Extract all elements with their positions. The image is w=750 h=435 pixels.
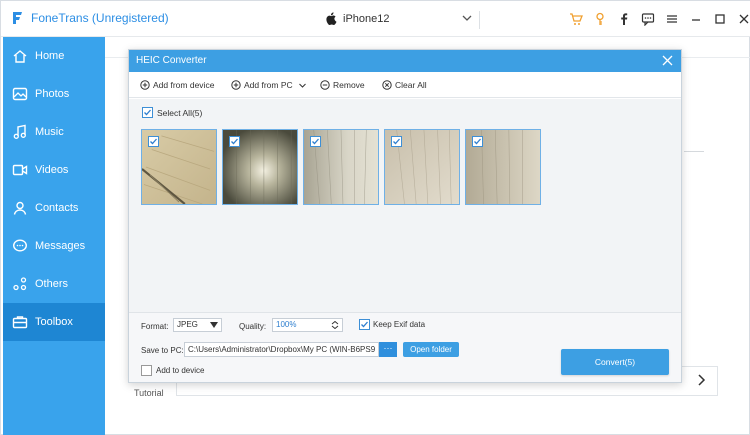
tutorial-label: Tutorial bbox=[134, 388, 164, 398]
checkbox-checked-icon bbox=[142, 107, 153, 118]
image-list-area: Select All(5) bbox=[129, 99, 681, 312]
minimize-icon[interactable] bbox=[689, 12, 703, 26]
apple-icon bbox=[326, 12, 337, 25]
format-value: JPEG bbox=[177, 320, 198, 329]
format-select[interactable]: JPEG bbox=[173, 318, 222, 332]
checkbox-unchecked-icon bbox=[141, 365, 152, 376]
add-from-pc-label: Add from PC bbox=[244, 80, 293, 90]
chevron-down-icon bbox=[462, 15, 472, 21]
sidebar-item-videos[interactable]: Videos bbox=[3, 151, 105, 189]
sidebar-item-others[interactable]: Others bbox=[3, 265, 105, 303]
home-icon bbox=[13, 50, 27, 63]
clear-all-button[interactable]: Clear All bbox=[382, 80, 427, 90]
clear-all-label: Clear All bbox=[395, 80, 427, 90]
sidebar-item-label: Contacts bbox=[35, 202, 79, 214]
image-thumbnail[interactable] bbox=[222, 129, 298, 205]
quality-value: 100% bbox=[276, 320, 297, 329]
app-window: FoneTrans (Unregistered) iPhone12 Home P… bbox=[0, 0, 750, 435]
add-from-device-label: Add from device bbox=[153, 80, 215, 90]
image-thumbnail[interactable] bbox=[141, 129, 217, 205]
chevron-down-icon bbox=[298, 83, 306, 88]
quality-select[interactable]: 100% bbox=[272, 318, 343, 332]
messages-icon bbox=[12, 239, 28, 252]
sidebar: Home Photos Music Videos Contacts Messag… bbox=[3, 37, 105, 435]
add-from-pc-button[interactable]: Add from PC bbox=[231, 80, 307, 90]
sidebar-item-label: Others bbox=[35, 278, 69, 290]
caret-down-icon bbox=[210, 322, 218, 328]
key-icon[interactable] bbox=[593, 12, 607, 26]
minus-circle-icon bbox=[320, 80, 330, 90]
sidebar-item-messages[interactable]: Messages bbox=[3, 227, 105, 265]
sidebar-item-music[interactable]: Music bbox=[3, 113, 105, 151]
title-bar: FoneTrans (Unregistered) iPhone12 bbox=[1, 1, 750, 37]
remove-button[interactable]: Remove bbox=[320, 80, 365, 90]
contacts-icon bbox=[13, 201, 27, 215]
image-thumbnail[interactable] bbox=[303, 129, 379, 205]
sidebar-item-label: Music bbox=[35, 126, 64, 138]
remove-label: Remove bbox=[333, 80, 365, 90]
sidebar-item-label: Home bbox=[35, 50, 65, 62]
sidebar-item-label: Videos bbox=[35, 164, 69, 176]
convert-button[interactable]: Convert(5) bbox=[561, 349, 669, 375]
dialog-footer: Format: JPEG Quality: 100% Keep Exif dat… bbox=[129, 312, 681, 382]
format-label: Format: bbox=[141, 322, 169, 331]
clear-circle-icon bbox=[382, 80, 392, 90]
videos-icon bbox=[12, 164, 28, 176]
toolbox-icon bbox=[12, 316, 28, 329]
checkbox-checked-icon[interactable] bbox=[391, 136, 402, 147]
open-folder-button[interactable]: Open folder bbox=[403, 342, 459, 357]
photos-icon bbox=[12, 87, 28, 101]
sidebar-item-label: Messages bbox=[35, 240, 86, 252]
music-icon bbox=[13, 124, 26, 139]
app-title: FoneTrans (Unregistered) bbox=[31, 11, 169, 25]
title-actions bbox=[569, 12, 750, 26]
browse-button[interactable]: ··· bbox=[379, 342, 397, 357]
checkbox-checked-icon bbox=[359, 319, 370, 330]
device-selector[interactable]: iPhone12 bbox=[325, 12, 472, 25]
sidebar-item-label: Toolbox bbox=[35, 316, 73, 328]
chevron-right-icon[interactable] bbox=[693, 372, 709, 388]
heic-converter-dialog: HEIC Converter Add from device Add from … bbox=[128, 49, 682, 383]
app-brand: FoneTrans (Unregistered) bbox=[11, 11, 169, 25]
save-to-label: Save to PC: bbox=[141, 346, 184, 355]
keep-exif-checkbox[interactable]: Keep Exif data bbox=[359, 319, 425, 330]
close-icon[interactable] bbox=[662, 55, 673, 66]
others-icon bbox=[13, 277, 27, 291]
cart-icon[interactable] bbox=[569, 12, 583, 26]
keep-exif-label: Keep Exif data bbox=[373, 320, 426, 329]
checkbox-checked-icon[interactable] bbox=[310, 136, 321, 147]
plus-circle-icon bbox=[140, 80, 150, 90]
stepper-icon bbox=[331, 321, 339, 329]
dialog-header: HEIC Converter bbox=[129, 50, 681, 72]
sidebar-item-photos[interactable]: Photos bbox=[3, 75, 105, 113]
add-from-device-button[interactable]: Add from device bbox=[140, 80, 214, 90]
image-thumbnail[interactable] bbox=[384, 129, 460, 205]
quality-label: Quality: bbox=[239, 322, 267, 331]
chat-icon[interactable] bbox=[641, 12, 655, 26]
sidebar-item-toolbox[interactable]: Toolbox bbox=[3, 303, 105, 341]
checkbox-checked-icon[interactable] bbox=[472, 136, 483, 147]
image-thumbnail[interactable] bbox=[465, 129, 541, 205]
facebook-icon[interactable] bbox=[617, 12, 631, 26]
sidebar-item-label: Photos bbox=[35, 88, 70, 100]
plus-circle-icon bbox=[231, 80, 241, 90]
sidebar-item-contacts[interactable]: Contacts bbox=[3, 189, 105, 227]
menu-icon[interactable] bbox=[665, 12, 679, 26]
fonetrans-logo-icon bbox=[13, 12, 22, 24]
select-all-checkbox[interactable]: Select All(5) bbox=[142, 107, 202, 118]
add-to-device-checkbox[interactable]: Add to device bbox=[141, 365, 204, 376]
title-divider bbox=[479, 11, 480, 29]
dialog-title: HEIC Converter bbox=[136, 55, 207, 66]
checkbox-checked-icon[interactable] bbox=[229, 136, 240, 147]
checkbox-checked-icon[interactable] bbox=[148, 136, 159, 147]
divider bbox=[684, 151, 704, 152]
add-to-device-label: Add to device bbox=[156, 366, 205, 375]
select-all-label: Select All(5) bbox=[157, 107, 203, 118]
save-path-field[interactable]: C:\Users\Administrator\Dropbox\My PC (WI… bbox=[184, 342, 379, 357]
dialog-toolbar: Add from device Add from PC Remove Clear… bbox=[129, 72, 681, 98]
sidebar-item-home[interactable]: Home bbox=[3, 37, 105, 75]
device-name: iPhone12 bbox=[343, 12, 390, 25]
close-icon[interactable] bbox=[737, 12, 750, 26]
maximize-icon[interactable] bbox=[713, 12, 727, 26]
